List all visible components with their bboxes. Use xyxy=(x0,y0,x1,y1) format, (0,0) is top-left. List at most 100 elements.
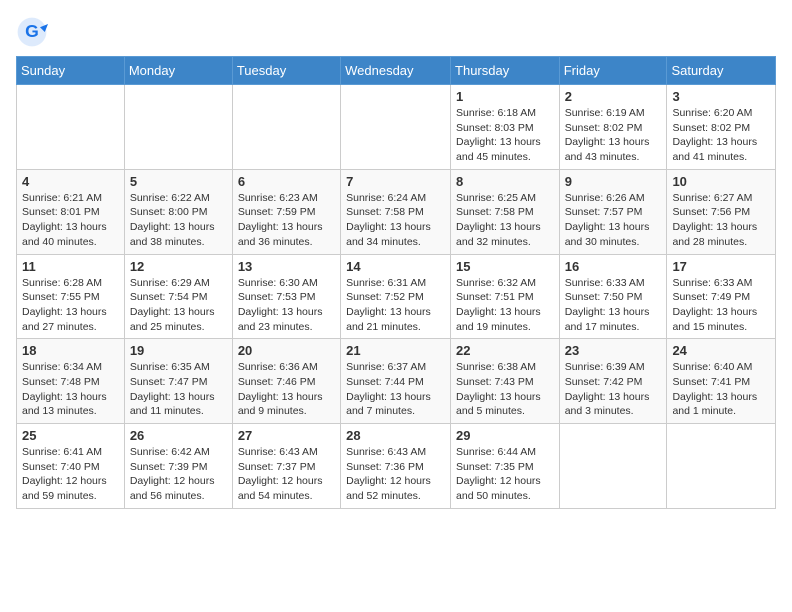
calendar-cell: 11 Sunrise: 6:28 AM Sunset: 7:55 PM Dayli… xyxy=(17,254,125,339)
calendar-cell: 14 Sunrise: 6:31 AM Sunset: 7:52 PM Dayli… xyxy=(341,254,451,339)
calendar-cell: 1 Sunrise: 6:18 AM Sunset: 8:03 PM Daylig… xyxy=(451,85,560,170)
day-number: 19 xyxy=(130,343,227,358)
day-number: 12 xyxy=(130,259,227,274)
calendar-cell: 3Sunrise: 6:20 AM Sunset: 8:02 PM Daylig… xyxy=(667,85,776,170)
day-number: 18 xyxy=(22,343,119,358)
calendar-cell: 6 Sunrise: 6:23 AM Sunset: 7:59 PM Daylig… xyxy=(232,169,340,254)
day-number: 13 xyxy=(238,259,335,274)
day-number: 16 xyxy=(565,259,662,274)
day-number: 4 xyxy=(22,174,119,189)
day-number: 2 xyxy=(565,89,662,104)
calendar-cell: 15Sunrise: 6:32 AM Sunset: 7:51 PM Dayli… xyxy=(451,254,560,339)
day-number: 11 xyxy=(22,259,119,274)
day-info: Sunrise: 6:21 AM Sunset: 8:01 PM Dayligh… xyxy=(22,191,119,250)
day-number: 23 xyxy=(565,343,662,358)
day-number: 5 xyxy=(130,174,227,189)
calendar-cell xyxy=(667,424,776,509)
day-number: 8 xyxy=(456,174,554,189)
calendar-cell: 22 Sunrise: 6:38 AM Sunset: 7:43 PM Dayli… xyxy=(451,339,560,424)
day-number: 28 xyxy=(346,428,445,443)
calendar-cell: 26 Sunrise: 6:42 AM Sunset: 7:39 PM Dayli… xyxy=(124,424,232,509)
calendar-cell: 27Sunrise: 6:43 AM Sunset: 7:37 PM Dayli… xyxy=(232,424,340,509)
calendar-cell: 29Sunrise: 6:44 AM Sunset: 7:35 PM Dayli… xyxy=(451,424,560,509)
calendar-cell: 23 Sunrise: 6:39 AM Sunset: 7:42 PM Dayli… xyxy=(559,339,667,424)
calendar-cell: 8 Sunrise: 6:25 AM Sunset: 7:58 PM Daylig… xyxy=(451,169,560,254)
calendar-cell: 10 Sunrise: 6:27 AM Sunset: 7:56 PM Dayli… xyxy=(667,169,776,254)
calendar-cell: 20 Sunrise: 6:36 AM Sunset: 7:46 PM Dayli… xyxy=(232,339,340,424)
page-header: G xyxy=(16,16,776,48)
calendar-cell: 13Sunrise: 6:30 AM Sunset: 7:53 PM Dayli… xyxy=(232,254,340,339)
day-info: Sunrise: 6:42 AM Sunset: 7:39 PM Dayligh… xyxy=(130,445,227,504)
logo: G xyxy=(16,16,52,48)
logo-icon: G xyxy=(16,16,48,48)
calendar-cell: 12 Sunrise: 6:29 AM Sunset: 7:54 PM Dayli… xyxy=(124,254,232,339)
calendar-cell xyxy=(232,85,340,170)
calendar-cell: 5 Sunrise: 6:22 AM Sunset: 8:00 PM Daylig… xyxy=(124,169,232,254)
day-info: Sunrise: 6:37 AM Sunset: 7:44 PM Dayligh… xyxy=(346,360,445,419)
svg-text:G: G xyxy=(25,21,39,41)
calendar-cell xyxy=(341,85,451,170)
calendar-cell xyxy=(559,424,667,509)
day-info: Sunrise: 6:25 AM Sunset: 7:58 PM Dayligh… xyxy=(456,191,554,250)
calendar-week-row: 1 Sunrise: 6:18 AM Sunset: 8:03 PM Daylig… xyxy=(17,85,776,170)
calendar-day-header: Friday xyxy=(559,57,667,85)
calendar-cell: 16 Sunrise: 6:33 AM Sunset: 7:50 PM Dayli… xyxy=(559,254,667,339)
calendar-cell: 24Sunrise: 6:40 AM Sunset: 7:41 PM Dayli… xyxy=(667,339,776,424)
day-info: Sunrise: 6:32 AM Sunset: 7:51 PM Dayligh… xyxy=(456,276,554,335)
day-info: Sunrise: 6:23 AM Sunset: 7:59 PM Dayligh… xyxy=(238,191,335,250)
day-info: Sunrise: 6:33 AM Sunset: 7:50 PM Dayligh… xyxy=(565,276,662,335)
calendar-week-row: 25Sunrise: 6:41 AM Sunset: 7:40 PM Dayli… xyxy=(17,424,776,509)
calendar-header-row: SundayMondayTuesdayWednesdayThursdayFrid… xyxy=(17,57,776,85)
calendar-cell: 28 Sunrise: 6:43 AM Sunset: 7:36 PM Dayli… xyxy=(341,424,451,509)
day-info: Sunrise: 6:36 AM Sunset: 7:46 PM Dayligh… xyxy=(238,360,335,419)
day-info: Sunrise: 6:26 AM Sunset: 7:57 PM Dayligh… xyxy=(565,191,662,250)
calendar-cell: 2 Sunrise: 6:19 AM Sunset: 8:02 PM Daylig… xyxy=(559,85,667,170)
day-info: Sunrise: 6:43 AM Sunset: 7:36 PM Dayligh… xyxy=(346,445,445,504)
calendar-cell: 25Sunrise: 6:41 AM Sunset: 7:40 PM Dayli… xyxy=(17,424,125,509)
day-info: Sunrise: 6:38 AM Sunset: 7:43 PM Dayligh… xyxy=(456,360,554,419)
calendar-day-header: Wednesday xyxy=(341,57,451,85)
day-info: Sunrise: 6:18 AM Sunset: 8:03 PM Dayligh… xyxy=(456,106,554,165)
calendar-cell: 17Sunrise: 6:33 AM Sunset: 7:49 PM Dayli… xyxy=(667,254,776,339)
calendar-cell: 19Sunrise: 6:35 AM Sunset: 7:47 PM Dayli… xyxy=(124,339,232,424)
day-info: Sunrise: 6:24 AM Sunset: 7:58 PM Dayligh… xyxy=(346,191,445,250)
day-info: Sunrise: 6:33 AM Sunset: 7:49 PM Dayligh… xyxy=(672,276,770,335)
day-number: 1 xyxy=(456,89,554,104)
day-info: Sunrise: 6:39 AM Sunset: 7:42 PM Dayligh… xyxy=(565,360,662,419)
day-number: 21 xyxy=(346,343,445,358)
calendar-day-header: Thursday xyxy=(451,57,560,85)
calendar-cell xyxy=(17,85,125,170)
day-number: 22 xyxy=(456,343,554,358)
day-number: 14 xyxy=(346,259,445,274)
calendar-cell: 4 Sunrise: 6:21 AM Sunset: 8:01 PM Daylig… xyxy=(17,169,125,254)
calendar-cell: 7 Sunrise: 6:24 AM Sunset: 7:58 PM Daylig… xyxy=(341,169,451,254)
day-info: Sunrise: 6:34 AM Sunset: 7:48 PM Dayligh… xyxy=(22,360,119,419)
day-info: Sunrise: 6:44 AM Sunset: 7:35 PM Dayligh… xyxy=(456,445,554,504)
day-number: 20 xyxy=(238,343,335,358)
calendar-week-row: 4 Sunrise: 6:21 AM Sunset: 8:01 PM Daylig… xyxy=(17,169,776,254)
day-info: Sunrise: 6:43 AM Sunset: 7:37 PM Dayligh… xyxy=(238,445,335,504)
calendar-body: 1 Sunrise: 6:18 AM Sunset: 8:03 PM Daylig… xyxy=(17,85,776,509)
day-number: 10 xyxy=(672,174,770,189)
calendar-cell xyxy=(124,85,232,170)
calendar-day-header: Saturday xyxy=(667,57,776,85)
calendar-day-header: Monday xyxy=(124,57,232,85)
day-info: Sunrise: 6:22 AM Sunset: 8:00 PM Dayligh… xyxy=(130,191,227,250)
calendar-header: SundayMondayTuesdayWednesdayThursdayFrid… xyxy=(17,57,776,85)
day-number: 7 xyxy=(346,174,445,189)
day-info: Sunrise: 6:27 AM Sunset: 7:56 PM Dayligh… xyxy=(672,191,770,250)
day-info: Sunrise: 6:31 AM Sunset: 7:52 PM Dayligh… xyxy=(346,276,445,335)
day-number: 3 xyxy=(672,89,770,104)
day-info: Sunrise: 6:28 AM Sunset: 7:55 PM Dayligh… xyxy=(22,276,119,335)
calendar-table: SundayMondayTuesdayWednesdayThursdayFrid… xyxy=(16,56,776,509)
day-number: 6 xyxy=(238,174,335,189)
calendar-cell: 9 Sunrise: 6:26 AM Sunset: 7:57 PM Daylig… xyxy=(559,169,667,254)
day-number: 26 xyxy=(130,428,227,443)
calendar-day-header: Sunday xyxy=(17,57,125,85)
day-number: 25 xyxy=(22,428,119,443)
calendar-cell: 18 Sunrise: 6:34 AM Sunset: 7:48 PM Dayli… xyxy=(17,339,125,424)
day-info: Sunrise: 6:19 AM Sunset: 8:02 PM Dayligh… xyxy=(565,106,662,165)
calendar-week-row: 11 Sunrise: 6:28 AM Sunset: 7:55 PM Dayli… xyxy=(17,254,776,339)
day-number: 9 xyxy=(565,174,662,189)
day-info: Sunrise: 6:29 AM Sunset: 7:54 PM Dayligh… xyxy=(130,276,227,335)
